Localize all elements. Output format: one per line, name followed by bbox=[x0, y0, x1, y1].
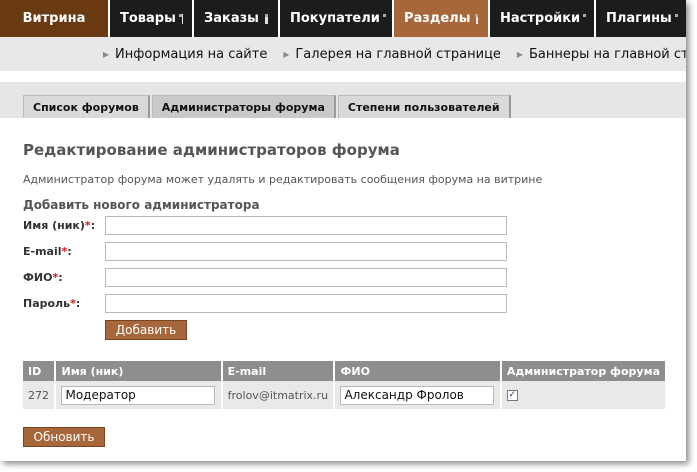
tab-label: Степени пользователей bbox=[347, 100, 500, 114]
column-header-forum-admin: Администратор форума bbox=[500, 361, 665, 381]
nav-label: Витрина bbox=[22, 11, 86, 26]
top-navigation: Витрина Товары Заказы Покупатели Разделы… bbox=[0, 0, 686, 37]
nav-item-products[interactable]: Товары bbox=[110, 0, 194, 37]
field-label: E-mail*: bbox=[23, 245, 72, 258]
nav-item-customers[interactable]: Покупатели bbox=[280, 0, 394, 37]
field-label: ФИО*: bbox=[23, 271, 63, 284]
check-icon: ✓ bbox=[508, 389, 517, 400]
tab-label: Администраторы форума bbox=[161, 100, 325, 114]
update-button[interactable]: Обновить bbox=[23, 427, 105, 447]
column-header-id: ID bbox=[23, 361, 57, 381]
sub-navigation: ▸ Информация на сайте ▸ Галерея на главной… bbox=[0, 37, 686, 71]
page-icon bbox=[475, 13, 478, 24]
form-row-fio: ФИО*: bbox=[23, 268, 507, 287]
add-button[interactable]: Добавить bbox=[105, 320, 187, 340]
cell-fio: Александр Фролов bbox=[334, 381, 502, 409]
tab-label: Список форумов bbox=[33, 100, 139, 114]
subnav-label: Информация на сайте bbox=[115, 46, 268, 62]
cell-email: frolov@itmatrix.ru bbox=[221, 381, 336, 409]
password-input[interactable] bbox=[105, 294, 507, 313]
subnav-label: Галерея на главной странице bbox=[295, 46, 501, 62]
form-row-password: Пароль*: bbox=[23, 294, 507, 313]
subnav-label: Баннеры на главной стра bbox=[528, 46, 686, 62]
nick-input[interactable] bbox=[105, 216, 507, 235]
field-label: Имя (ник)*: bbox=[23, 219, 96, 232]
tab-forum-list[interactable]: Список форумов bbox=[23, 95, 150, 118]
cell-forum-admin: ✓ bbox=[500, 381, 665, 409]
nav-label: Заказы bbox=[204, 11, 259, 26]
app-window: Витрина Товары Заказы Покупатели Разделы… bbox=[0, 0, 686, 461]
nav-item-sections[interactable]: Разделы bbox=[394, 0, 490, 37]
table-row: 272 Модератор frolov@itmatrix.ru Алексан… bbox=[23, 381, 665, 409]
nav-label: Покупатели bbox=[290, 11, 380, 26]
nick-cell-input[interactable]: Модератор bbox=[61, 385, 216, 405]
nav-item-orders[interactable]: Заказы bbox=[194, 0, 280, 37]
nav-label: Разделы bbox=[404, 11, 471, 26]
admins-table: ID Имя (ник) E-mail ФИО Администратор фо… bbox=[23, 361, 665, 409]
fio-cell-input[interactable]: Александр Фролов bbox=[340, 385, 495, 405]
arrow-right-icon: ▸ bbox=[283, 47, 290, 61]
form-row-email: E-mail*: bbox=[23, 242, 507, 261]
subnav-item-site-info[interactable]: ▸ Информация на сайте bbox=[103, 47, 267, 62]
page-icon bbox=[264, 13, 269, 24]
page-title: Редактирование администраторов форума bbox=[23, 141, 400, 159]
column-header-nick: Имя (ник) bbox=[55, 361, 223, 381]
fio-input[interactable] bbox=[105, 268, 507, 287]
tabs-bar: Список форумов Администраторы форума Сте… bbox=[0, 82, 686, 118]
main-content: Редактирование администраторов форума Ад… bbox=[0, 118, 686, 212]
nav-label: Товары bbox=[120, 11, 176, 26]
arrow-right-icon: ▸ bbox=[516, 47, 523, 61]
email-input[interactable] bbox=[105, 242, 507, 261]
table-header-row: ID Имя (ник) E-mail ФИО Администратор фо… bbox=[23, 361, 665, 381]
column-header-fio: ФИО bbox=[334, 361, 502, 381]
nav-label: Настройки bbox=[500, 11, 581, 26]
nav-item-plugins[interactable]: Плагины bbox=[596, 0, 686, 37]
nav-item-storefront[interactable]: Витрина bbox=[0, 0, 110, 37]
tab-user-levels[interactable]: Степени пользователей bbox=[337, 95, 511, 118]
add-admin-heading: Добавить нового администратора bbox=[23, 198, 260, 212]
arrow-right-icon: ▸ bbox=[103, 47, 110, 61]
column-header-email: E-mail bbox=[221, 361, 336, 381]
nav-label: Плагины bbox=[606, 11, 672, 26]
form-row-nick: Имя (ник)*: bbox=[23, 216, 507, 235]
cell-id: 272 bbox=[23, 381, 57, 409]
page-description: Администратор форума может удалять и ред… bbox=[23, 173, 543, 186]
cell-nick: Модератор bbox=[55, 381, 223, 409]
tab-forum-admins[interactable]: Администраторы форума bbox=[151, 95, 336, 118]
subnav-item-banners[interactable]: ▸ Баннеры на главной стра bbox=[517, 47, 686, 62]
subnav-item-gallery[interactable]: ▸ Галерея на главной странице bbox=[283, 47, 501, 62]
forum-admin-checkbox[interactable]: ✓ bbox=[506, 389, 518, 401]
field-label: Пароль*: bbox=[23, 297, 81, 310]
nav-item-settings[interactable]: Настройки bbox=[490, 0, 596, 37]
